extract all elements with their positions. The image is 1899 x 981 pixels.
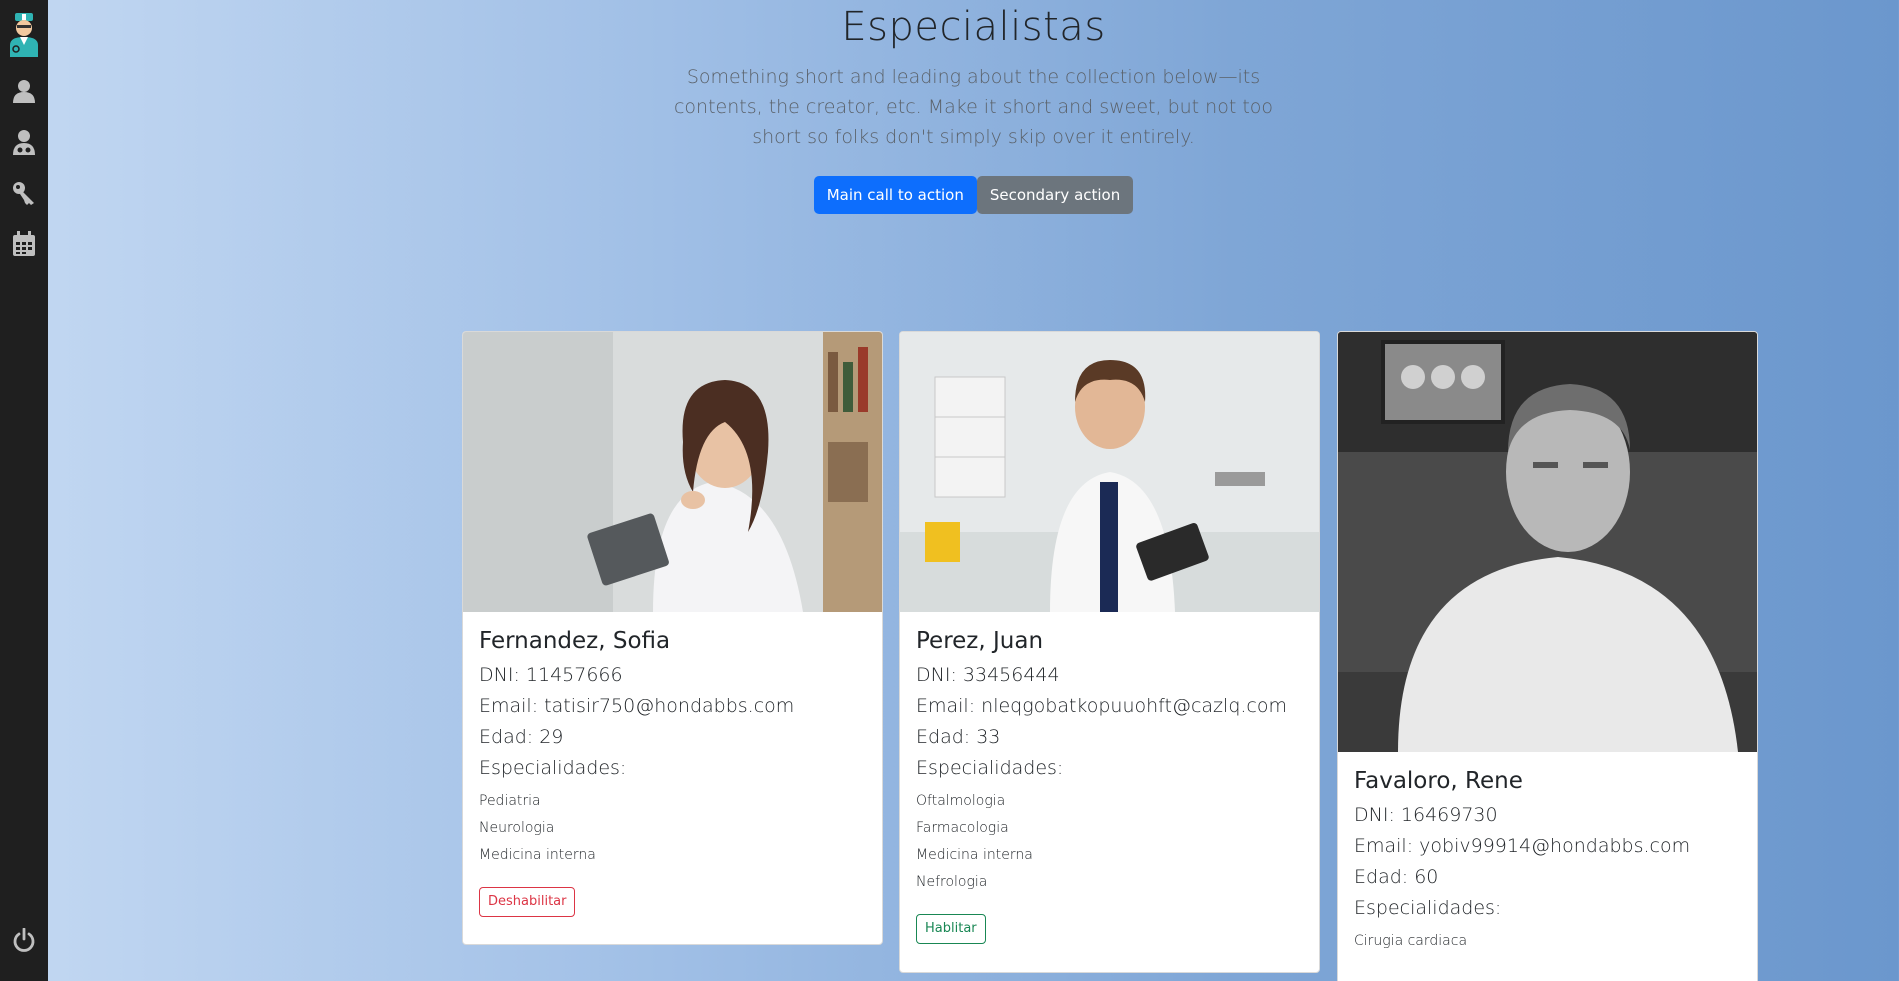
dni-label: DNI: xyxy=(1354,804,1401,826)
hero-actions: Main call to action Secondary action xyxy=(48,176,1899,214)
age-value: 33 xyxy=(976,726,1001,748)
email-label: Email: xyxy=(479,695,545,717)
dni-value: 11457666 xyxy=(525,664,623,686)
specialties-heading: Especialidades: xyxy=(916,757,1064,779)
sidebar xyxy=(0,0,48,981)
specialties-list: Pediatria Neurologia Medicina interna xyxy=(479,788,866,869)
specialist-email: Email: yobiv99914@hondabbs.com xyxy=(1354,835,1741,857)
main-call-to-action-button[interactable]: Main call to action xyxy=(813,176,977,214)
email-value: yobiv99914@hondabbs.com xyxy=(1419,835,1691,857)
secondary-action-button[interactable]: Secondary action xyxy=(976,176,1134,214)
calendar-icon[interactable] xyxy=(0,226,48,262)
specialist-email: Email: nleqgobatkopuuohft@cazlq.com xyxy=(916,695,1303,717)
specialty-item: Medicina interna xyxy=(479,847,596,863)
email-value: nleqgobatkopuuohft@cazlq.com xyxy=(981,695,1287,717)
specialist-email: Email: tatisir750@hondabbs.com xyxy=(479,695,866,717)
email-label: Email: xyxy=(1354,835,1420,857)
specialist-age: Edad: 29 xyxy=(479,726,866,748)
age-label: Edad: xyxy=(916,726,977,748)
specialist-name: Perez, Juan xyxy=(916,628,1044,654)
specialty-item: Farmacologia xyxy=(916,820,1009,836)
specialist-card: Perez, Juan DNI: 33456444 Email: nleqgob… xyxy=(899,331,1320,973)
specialist-photo xyxy=(1338,332,1757,752)
specialist-age: Edad: 33 xyxy=(916,726,1303,748)
dni-value: 16469730 xyxy=(1400,804,1498,826)
dni-label: DNI: xyxy=(916,664,963,686)
specialist-photo xyxy=(900,332,1319,612)
specialist-name: Favaloro, Rene xyxy=(1354,768,1523,794)
page-title: Especialistas xyxy=(841,4,1106,50)
specialist-card: Favaloro, Rene DNI: 16469730 Email: yobi… xyxy=(1337,331,1758,981)
specialist-dni: DNI: 11457666 xyxy=(479,664,866,686)
doctor-logo-icon[interactable] xyxy=(4,10,44,58)
specialties-list: Oftalmologia Farmacologia Medicina inter… xyxy=(916,788,1303,896)
specialty-item: Nefrologia xyxy=(916,874,988,890)
dni-label: DNI: xyxy=(479,664,526,686)
specialist-photo xyxy=(463,332,882,612)
power-icon[interactable] xyxy=(0,925,48,955)
specialties-list: Cirugia cardiaca xyxy=(1354,928,1741,955)
specialist-dni: DNI: 16469730 xyxy=(1354,804,1741,826)
enable-button[interactable]: Hablitar xyxy=(916,914,986,944)
specialties-heading: Especialidades: xyxy=(479,757,627,779)
specialty-item: Cirugia cardiaca xyxy=(1354,933,1468,949)
disable-button[interactable]: Deshabilitar xyxy=(479,887,576,917)
specialty-item: Neurologia xyxy=(479,820,555,836)
specialist-age: Edad: 60 xyxy=(1354,866,1741,888)
email-label: Email: xyxy=(916,695,982,717)
doctor-icon[interactable] xyxy=(0,124,48,160)
user-icon[interactable] xyxy=(0,73,48,109)
hero-section: Especialistas Something short and leadin… xyxy=(48,0,1899,214)
age-label: Edad: xyxy=(1354,866,1415,888)
page-description: Something short and leading about the co… xyxy=(673,66,1274,148)
age-value: 60 xyxy=(1414,866,1439,888)
email-value: tatisir750@hondabbs.com xyxy=(544,695,795,717)
specialty-item: Oftalmologia xyxy=(916,793,1006,809)
specialty-item: Pediatria xyxy=(479,793,541,809)
specialty-item: Medicina interna xyxy=(916,847,1033,863)
age-label: Edad: xyxy=(479,726,540,748)
specialties-heading: Especialidades: xyxy=(1354,897,1502,919)
dni-value: 33456444 xyxy=(962,664,1060,686)
specialist-name: Fernandez, Sofia xyxy=(479,628,671,654)
key-icon[interactable] xyxy=(0,175,48,211)
specialist-dni: DNI: 33456444 xyxy=(916,664,1303,686)
age-value: 29 xyxy=(539,726,564,748)
specialist-card: Fernandez, Sofia DNI: 11457666 Email: ta… xyxy=(462,331,883,945)
